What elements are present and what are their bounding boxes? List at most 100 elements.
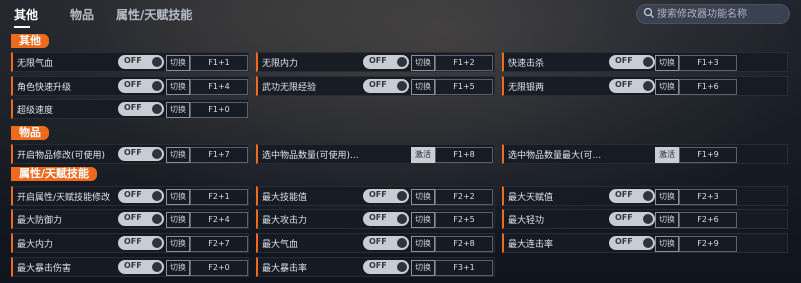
switch-button[interactable]: 切换 bbox=[411, 79, 435, 95]
cheat-row: 最大技能值 OFF 切换 F2+2 bbox=[256, 186, 495, 206]
toggle-switch[interactable]: OFF bbox=[363, 212, 409, 226]
switch-button[interactable]: 切换 bbox=[166, 236, 190, 252]
cheat-name: 无限内力 bbox=[262, 59, 299, 69]
hotkey-field[interactable]: F2+0 bbox=[190, 260, 248, 276]
toggle-switch[interactable]: OFF bbox=[118, 55, 164, 69]
hotkey-field[interactable]: F1+6 bbox=[679, 79, 737, 95]
switch-button[interactable]: 切换 bbox=[655, 236, 679, 252]
toggle-knob bbox=[643, 191, 653, 201]
toggle-state-label: OFF bbox=[124, 237, 142, 246]
hotkey-field[interactable]: F2+3 bbox=[679, 189, 737, 205]
switch-button[interactable]: 切换 bbox=[411, 236, 435, 252]
switch-button[interactable]: 切换 bbox=[166, 212, 190, 228]
toggle-state-label: OFF bbox=[369, 80, 387, 89]
cheat-name: 最大内力 bbox=[17, 240, 54, 250]
toggle-knob bbox=[152, 81, 162, 91]
toggle-switch[interactable]: OFF bbox=[363, 189, 409, 203]
hotkey-field[interactable]: F2+2 bbox=[435, 189, 493, 205]
activate-button[interactable]: 激活 bbox=[655, 147, 679, 163]
switch-button[interactable]: 切换 bbox=[655, 189, 679, 205]
hotkey-field[interactable]: F1+5 bbox=[435, 79, 493, 95]
toggle-switch[interactable]: OFF bbox=[118, 147, 164, 161]
cheat-name: 最大连击率 bbox=[508, 240, 554, 250]
cheat-name: 最大轻功 bbox=[508, 216, 545, 226]
hotkey-field[interactable]: F2+8 bbox=[435, 236, 493, 252]
hotkey-field[interactable]: F2+6 bbox=[679, 212, 737, 228]
toggle-knob bbox=[152, 262, 162, 272]
section-label-attributes: 属性/天赋技能 bbox=[11, 167, 98, 181]
toggle-knob bbox=[152, 214, 162, 224]
cheat-name: 开启物品修改(可使用) bbox=[17, 151, 106, 161]
toggle-state-label: OFF bbox=[124, 261, 142, 270]
toggle-state-label: OFF bbox=[615, 190, 633, 199]
hotkey-field[interactable]: F1+0 bbox=[190, 102, 248, 118]
toggle-switch[interactable]: OFF bbox=[118, 189, 164, 203]
hotkey-field[interactable]: F1+3 bbox=[679, 55, 737, 71]
switch-button[interactable]: 切换 bbox=[166, 147, 190, 163]
hotkey-field[interactable]: F2+5 bbox=[435, 212, 493, 228]
hotkey-field[interactable]: F1+1 bbox=[190, 55, 248, 71]
switch-button[interactable]: 切换 bbox=[166, 55, 190, 71]
toggle-switch[interactable]: OFF bbox=[118, 102, 164, 116]
toggle-switch[interactable]: OFF bbox=[118, 212, 164, 226]
toggle-switch[interactable]: OFF bbox=[363, 55, 409, 69]
toggle-switch[interactable]: OFF bbox=[118, 236, 164, 250]
toggle-switch[interactable]: OFF bbox=[609, 189, 655, 203]
cheat-row: 最大暴击率 OFF 切换 F3+1 bbox=[256, 257, 495, 277]
switch-button[interactable]: 切换 bbox=[655, 212, 679, 228]
search-input[interactable] bbox=[657, 6, 785, 22]
hotkey-field[interactable]: F2+7 bbox=[190, 236, 248, 252]
cheat-name: 无限银两 bbox=[508, 83, 545, 93]
hotkey-field[interactable]: F1+4 bbox=[190, 79, 248, 95]
toggle-knob bbox=[643, 57, 653, 67]
switch-button[interactable]: 切换 bbox=[655, 55, 679, 71]
hotkey-field[interactable]: F1+7 bbox=[190, 147, 248, 163]
toggle-switch[interactable]: OFF bbox=[363, 236, 409, 250]
tab-items[interactable]: 物品 bbox=[70, 6, 94, 23]
switch-button[interactable]: 切换 bbox=[166, 260, 190, 276]
toggle-state-label: OFF bbox=[369, 261, 387, 270]
switch-button[interactable]: 切换 bbox=[166, 79, 190, 95]
switch-button[interactable]: 切换 bbox=[411, 260, 435, 276]
cheat-name: 快速击杀 bbox=[508, 59, 545, 69]
hotkey-field[interactable]: F1+2 bbox=[435, 55, 493, 71]
section-label-other: 其他 bbox=[11, 34, 49, 48]
switch-button[interactable]: 切换 bbox=[655, 79, 679, 95]
toggle-switch[interactable]: OFF bbox=[118, 79, 164, 93]
toggle-state-label: OFF bbox=[124, 148, 142, 157]
activate-button[interactable]: 激活 bbox=[411, 147, 435, 163]
cheat-name: 角色快速升级 bbox=[17, 83, 72, 93]
hotkey-field[interactable]: F3+1 bbox=[435, 260, 493, 276]
toggle-knob bbox=[397, 238, 407, 248]
switch-button[interactable]: 切换 bbox=[411, 189, 435, 205]
toggle-switch[interactable]: OFF bbox=[609, 55, 655, 69]
tab-attributes[interactable]: 属性/天赋技能 bbox=[116, 6, 192, 23]
toggle-state-label: OFF bbox=[369, 190, 387, 199]
toggle-switch[interactable]: OFF bbox=[363, 79, 409, 93]
cheat-row: 无限气血 OFF 切换 F1+1 bbox=[11, 52, 249, 72]
toggle-switch[interactable]: OFF bbox=[363, 260, 409, 274]
cheat-row: 最大连击率 OFF 切换 F2+9 bbox=[502, 233, 788, 253]
toggle-state-label: OFF bbox=[369, 237, 387, 246]
toggle-switch[interactable]: OFF bbox=[609, 236, 655, 250]
toggle-switch[interactable]: OFF bbox=[609, 212, 655, 226]
cheat-row: 最大轻功 OFF 切换 F2+6 bbox=[502, 209, 788, 229]
switch-button[interactable]: 切换 bbox=[411, 55, 435, 71]
switch-button[interactable]: 切换 bbox=[166, 102, 190, 118]
hotkey-field[interactable]: F2+9 bbox=[679, 236, 737, 252]
tab-other[interactable]: 其他 bbox=[14, 6, 38, 23]
hotkey-field[interactable]: F2+4 bbox=[190, 212, 248, 228]
hotkey-field[interactable]: F1+9 bbox=[679, 147, 737, 163]
toggle-switch[interactable]: OFF bbox=[609, 79, 655, 93]
search-box[interactable] bbox=[636, 4, 790, 24]
hotkey-field[interactable]: F2+1 bbox=[190, 189, 248, 205]
hotkey-field[interactable]: F1+8 bbox=[435, 147, 493, 163]
cheat-row: 无限内力 OFF 切换 F1+2 bbox=[256, 52, 495, 72]
switch-button[interactable]: 切换 bbox=[411, 212, 435, 228]
toggle-switch[interactable]: OFF bbox=[118, 260, 164, 274]
toggle-knob bbox=[152, 149, 162, 159]
cheat-name: 最大防御力 bbox=[17, 216, 63, 226]
switch-button[interactable]: 切换 bbox=[166, 189, 190, 205]
cheat-name: 最大暴击伤害 bbox=[17, 264, 72, 274]
cheat-name: 最大天赋值 bbox=[508, 193, 554, 203]
